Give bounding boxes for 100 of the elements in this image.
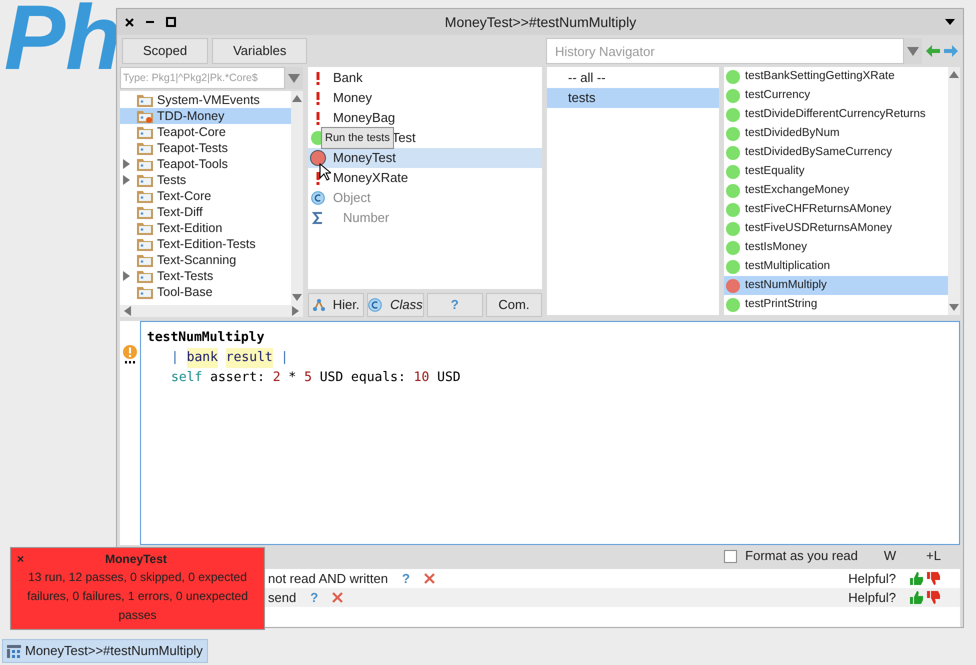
package-item[interactable]: TDD-Money <box>120 108 291 124</box>
vertical-scrollbar[interactable] <box>948 67 960 315</box>
package-item[interactable]: Teapot-Core <box>120 124 291 140</box>
horizontal-scrollbar[interactable] <box>120 305 303 317</box>
thumbs-up-icon[interactable] <box>910 572 923 585</box>
method-item[interactable]: testFiveCHFReturnsAMoney <box>724 200 948 219</box>
class-pane-button[interactable]: Class <box>367 293 424 317</box>
thumbs-up-icon[interactable] <box>910 591 923 604</box>
tooltip: Run the tests <box>321 127 394 149</box>
package-icon <box>137 110 153 122</box>
dropdown-icon[interactable] <box>904 38 922 64</box>
method-name: testFiveUSDReturnsAMoney <box>745 220 892 236</box>
class-name: MoneyBag <box>333 109 396 128</box>
code-line: testNumMultiply <box>147 329 266 348</box>
method-item[interactable]: testPrintString <box>724 295 948 314</box>
method-item[interactable]: testNumMultiply <box>724 276 948 295</box>
class-pane-button[interactable]: Hier. <box>308 293 364 317</box>
close-icon[interactable] <box>125 18 134 26</box>
method-item[interactable]: testCurrency <box>724 86 948 105</box>
package-name: Tool-Base <box>157 284 213 301</box>
method-item[interactable]: testDividedBySameCurrency <box>724 143 948 162</box>
package-item[interactable]: Text-Diff <box>120 204 291 220</box>
class-item[interactable]: Run the tests Test <box>308 128 542 148</box>
class-name: Bank <box>333 69 363 88</box>
vertical-scrollbar[interactable] <box>291 91 303 305</box>
package-item[interactable]: Teapot-Tools <box>120 156 291 172</box>
class-item[interactable]: MoneyTest <box>308 148 542 168</box>
package-name: Text-Edition-Tests <box>157 236 256 253</box>
method-item[interactable]: testEquality <box>724 162 948 181</box>
dropdown-icon[interactable] <box>285 67 303 89</box>
method-item[interactable]: testBankSettingGettingXRate <box>724 67 948 86</box>
sigma-icon <box>311 212 325 224</box>
class-pane-button[interactable]: Com. <box>486 293 542 317</box>
package-item[interactable]: Text-Edition <box>120 220 291 236</box>
toolbar-button[interactable]: Variables <box>212 38 308 64</box>
logo-text: Ph <box>4 0 122 84</box>
class-item[interactable]: MoneyXRate <box>308 168 542 188</box>
method-name: testDividedByNum <box>745 126 840 141</box>
toolbar-button[interactable]: Scoped <box>122 38 208 64</box>
more-icon[interactable] <box>125 361 135 364</box>
package-name: Teapot-Tools <box>157 156 228 173</box>
method-name: testCurrency <box>745 88 810 103</box>
editor-toggle-button[interactable]: +L <box>922 546 945 566</box>
method-item[interactable]: testExchangeMoney <box>724 181 948 200</box>
mouse-cursor-icon <box>319 163 331 181</box>
expand-icon[interactable] <box>123 175 130 185</box>
protocol-item[interactable]: tests <box>547 88 719 108</box>
class-name: Number <box>342 209 390 228</box>
package-name: Text-Edition <box>157 220 222 237</box>
package-icon <box>137 222 153 234</box>
package-item[interactable]: System-VMEvents <box>120 92 291 108</box>
package-icon <box>137 190 153 202</box>
code-editor[interactable]: testNumMultiply | bank result | self assert: 2 * 5 USD equals: 10 USD <box>140 321 960 545</box>
thumbs-down-icon[interactable] <box>927 591 940 604</box>
protocol-item[interactable]: -- all -- <box>547 68 719 88</box>
method-name: testIsMoney <box>745 240 807 255</box>
class-item[interactable]: Money <box>308 88 542 108</box>
package-name: Tests <box>157 172 186 189</box>
history-navigator-field[interactable]: History Navigator <box>546 38 904 64</box>
class-c-icon <box>311 191 325 205</box>
critique-text: not read AND written <box>268 570 388 588</box>
editor-toggle-button[interactable]: W <box>880 546 900 566</box>
window-menu-icon[interactable] <box>945 19 955 25</box>
package-name: Text-Diff <box>157 204 203 221</box>
method-item[interactable]: testMultiplication <box>724 257 948 276</box>
method-name: testEquality <box>745 164 804 179</box>
method-item[interactable]: testDividedByNum <box>724 124 948 143</box>
thumbs-down-icon[interactable] <box>927 572 940 585</box>
close-icon[interactable]: × <box>17 550 24 568</box>
package-item[interactable]: Teapot-Tests <box>120 140 291 156</box>
helpful-label: Helpful? <box>848 588 896 607</box>
class-name: Test <box>392 129 416 148</box>
package-item[interactable]: Tests <box>120 172 291 188</box>
class-name: MoneyTest <box>333 149 396 168</box>
method-item[interactable]: testDivideDifferentCurrencyReturns <box>724 105 948 124</box>
package-item[interactable]: Tool-Base <box>120 284 291 300</box>
package-item[interactable]: Text-Edition-Tests <box>120 236 291 252</box>
class-item[interactable]: Bank <box>308 68 542 88</box>
method-name: testPrintString <box>745 296 818 312</box>
package-item[interactable]: Text-Scanning <box>120 252 291 268</box>
forward-arrow-icon[interactable] <box>944 45 958 57</box>
checkbox[interactable] <box>724 550 738 562</box>
class-name: MoneyXRate <box>333 169 408 188</box>
package-name: System-VMEvents <box>157 92 260 109</box>
package-icon <box>137 238 153 250</box>
package-item[interactable]: Text-Tests <box>120 268 291 284</box>
package-icon <box>137 94 153 106</box>
taskbar-button[interactable]: MoneyTest>>#testNumMultiply <box>2 639 208 663</box>
expand-icon[interactable] <box>123 271 130 281</box>
method-item[interactable]: testFiveUSDReturnsAMoney <box>724 219 948 238</box>
package-icon <box>137 270 153 282</box>
expand-icon[interactable] <box>123 159 130 169</box>
maximize-icon[interactable] <box>166 17 176 27</box>
package-name: Teapot-Core <box>157 124 226 141</box>
package-filter-field[interactable]: Type: Pkg1|^Pkg2|Pk.*Core$ <box>120 67 285 89</box>
back-arrow-icon[interactable] <box>926 45 940 57</box>
method-item[interactable]: testIsMoney <box>724 238 948 257</box>
class-item[interactable]: MoneyBag <box>308 108 542 128</box>
package-item[interactable]: Text-Core <box>120 188 291 204</box>
package-name: TDD-Money <box>157 108 224 125</box>
